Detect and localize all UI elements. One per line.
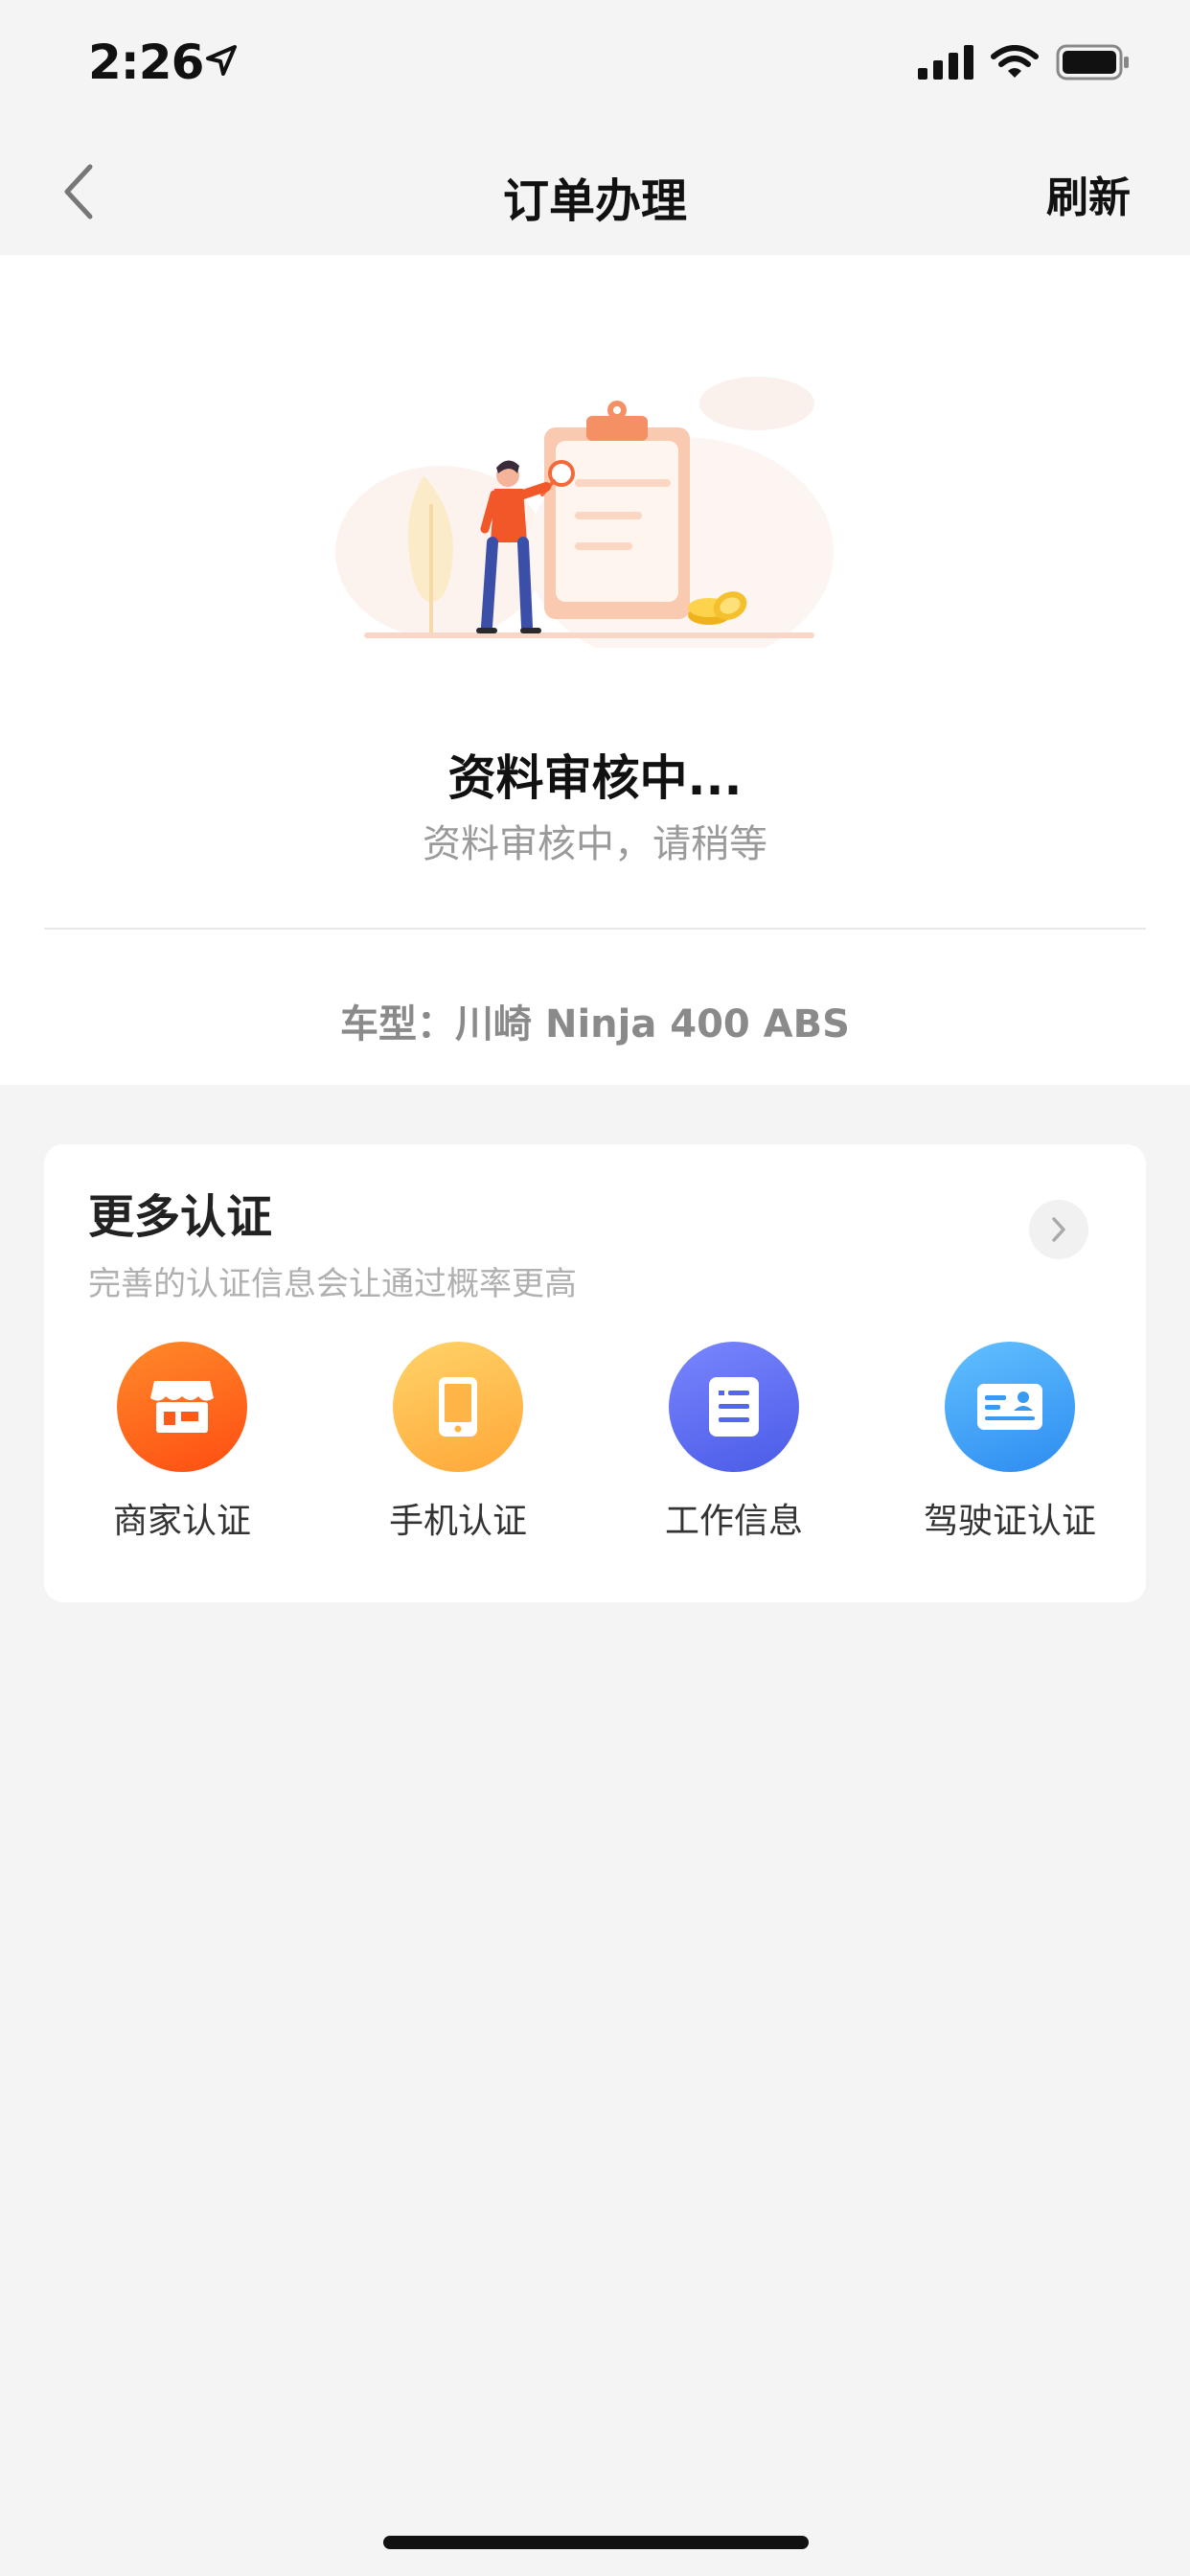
cert-item-merchant[interactable]: 商家认证	[44, 1342, 320, 1543]
document-review-illustration	[335, 377, 834, 648]
id-card-icon	[945, 1342, 1075, 1472]
location-arrow-icon	[206, 45, 237, 76]
refresh-button[interactable]: 刷新	[1046, 163, 1131, 224]
review-status-subtitle: 资料审核中，请稍等	[423, 822, 767, 866]
more-certification-title: 更多认证	[88, 1190, 273, 1244]
page-title: 订单办理	[502, 174, 687, 228]
store-icon	[117, 1342, 247, 1472]
cert-item-driver-license[interactable]: 驾驶证认证	[872, 1342, 1148, 1543]
document-icon	[669, 1342, 799, 1472]
divider	[44, 928, 1146, 930]
battery-icon	[1056, 44, 1129, 80]
more-certification-subtitle: 完善的认证信息会让通过概率更高	[88, 1265, 577, 1303]
cert-item-phone[interactable]: 手机认证	[320, 1342, 596, 1543]
status-time: 2:26	[88, 34, 204, 90]
car-model: 车型：川崎 Ninja 400 ABS	[340, 1002, 850, 1046]
cert-item-label: 驾驶证认证	[923, 1502, 1096, 1541]
cert-item-work-info[interactable]: 工作信息	[596, 1342, 872, 1543]
more-certification-card[interactable]: 更多认证 完善的认证信息会让通过概率更高 商家认证 手机认证 工作信息 驾驶证认…	[44, 1144, 1146, 1602]
certification-items: 商家认证 手机认证 工作信息 驾驶证认证	[44, 1342, 1146, 1562]
wifi-icon	[991, 45, 1039, 78]
review-status-card: 资料审核中... 资料审核中，请稍等 车型：川崎 Ninja 400 ABS	[0, 255, 1190, 1085]
status-icons	[918, 44, 1131, 80]
more-certification-arrow-button[interactable]	[1029, 1200, 1088, 1259]
home-indicator[interactable]	[383, 2536, 809, 2549]
cert-item-label: 手机认证	[388, 1502, 527, 1541]
phone-icon	[393, 1342, 523, 1472]
chevron-right-icon	[1052, 1217, 1065, 1242]
status-bar: 2:26	[0, 0, 1190, 128]
review-status-title: 资料审核中...	[447, 750, 743, 806]
nav-bar: 订单办理 刷新	[0, 128, 1190, 255]
cert-item-label: 商家认证	[112, 1502, 251, 1541]
signal-icon	[918, 45, 973, 80]
cert-item-label: 工作信息	[664, 1502, 803, 1541]
